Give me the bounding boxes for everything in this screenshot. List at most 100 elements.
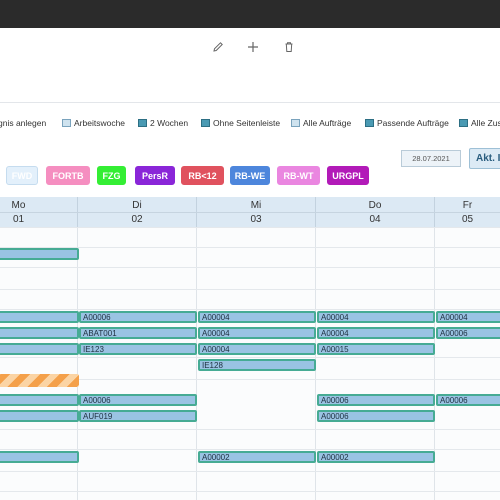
grid-line bbox=[0, 357, 500, 358]
day-name: Mi bbox=[250, 200, 262, 211]
event-label: A00004 bbox=[440, 313, 468, 322]
legend-rb12[interactable]: RB<12 bbox=[181, 166, 224, 185]
event-bar[interactable]: A00002 bbox=[198, 451, 316, 463]
event-bar[interactable]: A00004 bbox=[198, 343, 316, 355]
event-bar[interactable] bbox=[0, 327, 79, 339]
event-label: ABAT001 bbox=[83, 329, 117, 338]
event-label: A00006 bbox=[440, 396, 468, 405]
event-bar[interactable]: A00004 bbox=[436, 311, 500, 323]
day-name: Fr bbox=[462, 200, 473, 211]
section-divider bbox=[0, 102, 500, 103]
grid-line bbox=[0, 471, 500, 472]
today-button[interactable]: Akt. I bbox=[469, 148, 500, 169]
grid-line bbox=[0, 227, 500, 228]
grid-line bbox=[0, 491, 500, 492]
event-bar[interactable]: A00004 bbox=[317, 327, 435, 339]
legend-label: RB<12 bbox=[188, 170, 217, 181]
toolbar-label: Alle Zus bbox=[471, 118, 500, 128]
grid-line bbox=[0, 267, 500, 268]
event-label: A00004 bbox=[321, 329, 349, 338]
event-bar[interactable]: A00015 bbox=[317, 343, 435, 355]
toolbar-label: 2 Wochen bbox=[150, 118, 189, 128]
legend-label: FWD bbox=[11, 170, 33, 181]
day-name: Mo bbox=[11, 200, 26, 211]
event-bar[interactable]: IE128 bbox=[198, 359, 316, 371]
event-label: IE128 bbox=[202, 361, 223, 370]
event-bar[interactable]: A00002 bbox=[317, 451, 435, 463]
event-bar[interactable] bbox=[0, 394, 79, 406]
event-label: A00006 bbox=[321, 396, 349, 405]
legend-label: URGPL bbox=[332, 170, 364, 181]
event-bar[interactable] bbox=[0, 410, 79, 422]
toolbar-work-week[interactable]: Arbeitswoche bbox=[62, 118, 125, 128]
toolbar-matching-orders[interactable]: Passende Aufträge bbox=[365, 118, 449, 128]
toolbar-all-additional[interactable]: Alle Zus bbox=[459, 118, 500, 128]
legend-urgpl[interactable]: URGPL bbox=[327, 166, 369, 185]
event-bar[interactable]: AUF019 bbox=[79, 410, 197, 422]
event-label: AUF019 bbox=[83, 412, 113, 421]
toolbar-label: Passende Aufträge bbox=[377, 118, 449, 128]
list-icon bbox=[291, 119, 300, 127]
event-label: A00004 bbox=[202, 345, 230, 354]
event-label: A00015 bbox=[321, 345, 349, 354]
day-name: Do bbox=[368, 200, 382, 211]
legend-fwd[interactable]: FWD bbox=[6, 166, 38, 185]
event-bar[interactable]: A00004 bbox=[198, 311, 316, 323]
legend-persr[interactable]: PersR bbox=[135, 166, 175, 185]
event-bar-striped[interactable] bbox=[0, 374, 79, 387]
legend-label: RB-WT bbox=[283, 170, 314, 181]
grid-line bbox=[0, 429, 500, 430]
event-bar[interactable]: A00006 bbox=[79, 394, 197, 406]
event-bar[interactable]: A00006 bbox=[436, 394, 500, 406]
event-bar[interactable]: A00006 bbox=[317, 410, 435, 422]
event-bar[interactable]: A00004 bbox=[317, 311, 435, 323]
calendar-week-icon bbox=[62, 119, 71, 127]
calendar-two-weeks-icon bbox=[138, 119, 147, 127]
event-label: A00004 bbox=[202, 329, 230, 338]
window-title-bar bbox=[0, 0, 500, 28]
event-bar[interactable]: IE123 bbox=[79, 343, 197, 355]
day-number: 02 bbox=[131, 214, 143, 225]
toolbar-two-weeks[interactable]: 2 Wochen bbox=[138, 118, 188, 128]
event-label: A00006 bbox=[83, 396, 111, 405]
grid-line bbox=[0, 289, 500, 290]
toolbar-label: Arbeitswoche bbox=[74, 118, 126, 128]
event-bar[interactable]: A00006 bbox=[317, 394, 435, 406]
date-input[interactable]: 28.07.2021 bbox=[401, 150, 461, 167]
legend-rb-wt[interactable]: RB-WT bbox=[277, 166, 320, 185]
event-bar[interactable] bbox=[0, 248, 79, 260]
day-number: 04 bbox=[369, 214, 381, 225]
event-label: A00006 bbox=[83, 313, 111, 322]
grid-line bbox=[0, 309, 500, 310]
legend-rb-we[interactable]: RB-WE bbox=[230, 166, 270, 185]
toolbar-create-event[interactable]: gnis anlegen bbox=[0, 118, 46, 128]
calendar-grid: Mo 01 Di 02 Mi 03 Do 04 Fr 05 A00006 A000… bbox=[0, 197, 500, 500]
event-bar[interactable]: ABAT001 bbox=[79, 327, 197, 339]
event-label: A00002 bbox=[321, 453, 349, 462]
event-label: A00006 bbox=[440, 329, 468, 338]
toolbar-label: gnis anlegen bbox=[0, 118, 47, 128]
event-bar[interactable]: A00006 bbox=[79, 311, 197, 323]
event-bar[interactable]: A00004 bbox=[198, 327, 316, 339]
filter-icon bbox=[365, 119, 374, 127]
toolbar-label: Ohne Seitenleiste bbox=[213, 118, 281, 128]
event-bar[interactable] bbox=[0, 343, 79, 355]
legend-label: RB-WE bbox=[234, 170, 266, 181]
event-bar[interactable] bbox=[0, 311, 79, 323]
toolbar-hide-sidebar[interactable]: Ohne Seitenleiste bbox=[201, 118, 280, 128]
day-number: 03 bbox=[250, 214, 262, 225]
event-label: A00002 bbox=[202, 453, 230, 462]
event-label: A00004 bbox=[202, 313, 230, 322]
legend-fzg[interactable]: FZG bbox=[97, 166, 126, 185]
pencil-icon[interactable] bbox=[209, 38, 227, 56]
list-icon bbox=[459, 119, 468, 127]
event-bar[interactable]: A00006 bbox=[436, 327, 500, 339]
trash-icon[interactable] bbox=[280, 38, 298, 56]
toolbar: gnis anlegen Arbeitswoche 2 Wochen Ohne … bbox=[0, 118, 500, 134]
event-label: A00004 bbox=[321, 313, 349, 322]
event-bar[interactable] bbox=[0, 451, 79, 463]
day-name: Di bbox=[132, 200, 142, 211]
plus-icon[interactable] bbox=[244, 38, 262, 56]
legend-fortb[interactable]: FORTB bbox=[46, 166, 90, 185]
toolbar-all-orders[interactable]: Alle Aufträge bbox=[291, 118, 351, 128]
